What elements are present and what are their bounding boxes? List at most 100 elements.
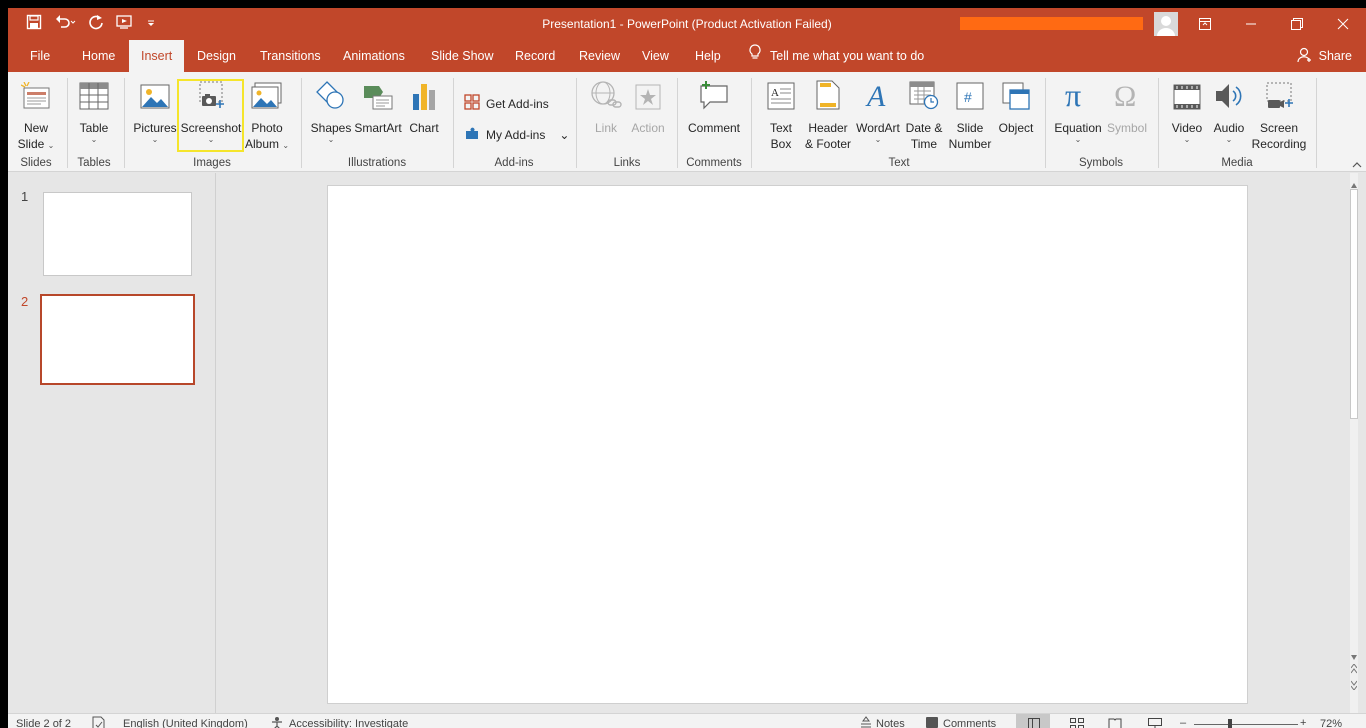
video-button[interactable]: Video ⌄: [1166, 78, 1208, 144]
restore-icon[interactable]: [1274, 8, 1320, 40]
slide-thumbnail-1[interactable]: [43, 192, 192, 276]
avatar[interactable]: [1154, 12, 1178, 36]
get-addins-button[interactable]: Get Add-ins: [464, 94, 549, 113]
store-icon: [464, 94, 480, 113]
link-button[interactable]: Link: [586, 78, 626, 136]
zoom-slider-thumb[interactable]: [1227, 719, 1232, 728]
slide-number-label-1: Slide: [956, 121, 984, 135]
vertical-scrollbar[interactable]: [1350, 173, 1358, 713]
smartart-icon: [363, 84, 393, 114]
comment-icon: [698, 80, 730, 114]
tell-me-search[interactable]: Tell me what you want to do: [748, 40, 924, 72]
scroll-down-icon[interactable]: [1351, 649, 1357, 663]
group-label-addins: Add-ins: [494, 157, 534, 169]
zoom-slider-track[interactable]: [1194, 724, 1298, 725]
comment-button[interactable]: Comment: [684, 78, 744, 136]
symbol-label: Symbol: [1106, 121, 1147, 135]
new-slide-label-2: Slide: [17, 137, 45, 151]
group-separator: [1316, 78, 1317, 168]
group-separator: [301, 78, 302, 168]
slide-number-button[interactable]: # Slide Number: [947, 78, 993, 152]
screen-recording-button[interactable]: Screen Recording: [1250, 78, 1308, 152]
tab-record[interactable]: Record: [513, 40, 557, 72]
screen-recording-label-2: Recording: [1251, 137, 1307, 151]
text-box-icon: A: [767, 82, 795, 114]
tab-slide-show[interactable]: Slide Show: [429, 40, 496, 72]
object-button[interactable]: Object: [995, 78, 1037, 136]
tab-home[interactable]: Home: [80, 40, 117, 72]
audio-button[interactable]: Audio ⌄: [1208, 78, 1250, 144]
tab-insert[interactable]: Insert: [129, 40, 185, 72]
spelling-icon[interactable]: [92, 716, 106, 728]
ribbon-display-options-icon[interactable]: [1182, 8, 1228, 40]
notes-icon: [860, 716, 872, 728]
previous-slide-icon[interactable]: [1350, 663, 1358, 677]
svg-text:A: A: [865, 80, 886, 110]
slide-sorter-icon[interactable]: [1070, 718, 1084, 728]
close-icon[interactable]: [1320, 8, 1366, 40]
slide-canvas[interactable]: [327, 185, 1248, 704]
tab-review[interactable]: Review: [577, 40, 622, 72]
table-button[interactable]: Table ⌄: [74, 78, 114, 144]
text-box-button[interactable]: A Text Box: [761, 78, 801, 152]
group-separator: [1158, 78, 1159, 168]
slide-editor: [217, 173, 1358, 713]
action-button[interactable]: Action: [628, 78, 668, 136]
pictures-button[interactable]: Pictures ⌄: [132, 78, 178, 144]
group-label-symbols: Symbols: [1078, 157, 1124, 169]
smartart-label: SmartArt: [354, 121, 402, 135]
shapes-button[interactable]: Shapes ⌄: [309, 78, 353, 144]
equation-label: Equation: [1054, 121, 1102, 135]
tab-transitions[interactable]: Transitions: [258, 40, 323, 72]
my-addins-button[interactable]: My Add-ins ⌄: [464, 125, 569, 144]
smartart-button[interactable]: SmartArt: [353, 78, 403, 136]
slide-number-icon: #: [956, 82, 984, 114]
notes-button[interactable]: Notes: [876, 718, 905, 728]
chart-button[interactable]: Chart: [405, 78, 443, 136]
group-separator: [67, 78, 68, 168]
photo-album-button[interactable]: Photo Album ⌄: [244, 78, 290, 152]
language[interactable]: English (United Kingdom): [123, 718, 248, 728]
photo-album-label-1: Photo: [251, 121, 283, 135]
window-controls: [1182, 8, 1366, 40]
new-slide-button[interactable]: New Slide ⌄: [14, 78, 58, 152]
group-label-links: Links: [613, 157, 641, 169]
minimize-icon[interactable]: [1228, 8, 1274, 40]
comment-label: Comment: [687, 121, 740, 135]
symbol-button[interactable]: Ω Symbol: [1104, 78, 1150, 136]
group-label-comments: Comments: [686, 157, 742, 169]
video-label: Video: [1171, 121, 1203, 135]
wordart-button[interactable]: A WordArt ⌄: [855, 78, 901, 144]
get-addins-label: Get Add-ins: [486, 96, 549, 111]
tab-help[interactable]: Help: [693, 40, 723, 72]
account-name-redacted: [960, 17, 1143, 30]
next-slide-icon[interactable]: [1350, 679, 1358, 693]
zoom-level[interactable]: 72%: [1320, 718, 1342, 728]
collapse-ribbon-icon[interactable]: [1352, 158, 1362, 172]
chart-label: Chart: [409, 121, 439, 135]
zoom-in-icon[interactable]: +: [1300, 717, 1306, 728]
group-label-slides: Slides: [20, 157, 52, 169]
scroll-thumb[interactable]: [1350, 189, 1358, 419]
tab-design[interactable]: Design: [195, 40, 238, 72]
chevron-down-icon: ⌄: [1074, 135, 1082, 144]
header-footer-button[interactable]: Header & Footer: [803, 78, 853, 152]
slide-show-icon[interactable]: [1148, 718, 1162, 728]
tab-file[interactable]: File: [28, 40, 52, 72]
accessibility-status[interactable]: Accessibility: Investigate: [289, 718, 408, 728]
comments-button[interactable]: Comments: [943, 718, 996, 728]
shapes-label: Shapes: [310, 121, 352, 135]
tab-animations[interactable]: Animations: [341, 40, 407, 72]
tab-view[interactable]: View: [640, 40, 671, 72]
text-box-label-2: Box: [770, 137, 792, 151]
slide-thumbnail-2[interactable]: [40, 294, 195, 385]
group-separator: [453, 78, 454, 168]
zoom-out-icon[interactable]: –: [1180, 717, 1186, 728]
reading-view-icon[interactable]: [1108, 718, 1122, 728]
equation-button[interactable]: π Equation ⌄: [1052, 77, 1104, 144]
date-time-button[interactable]: Date & Time: [903, 78, 945, 152]
pictures-label: Pictures: [133, 121, 177, 135]
lightbulb-icon: [748, 40, 762, 72]
share-button[interactable]: Share: [1297, 40, 1352, 72]
speaker-icon: [1214, 82, 1244, 114]
